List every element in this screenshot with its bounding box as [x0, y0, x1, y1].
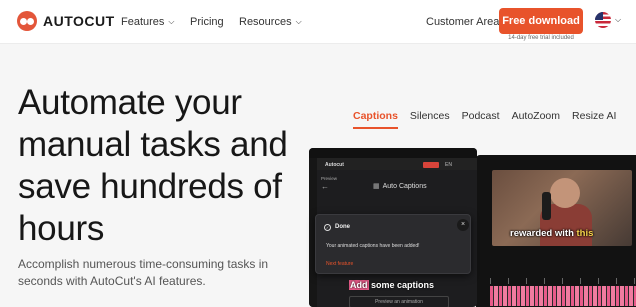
hero-title-line: manual tasks and — [18, 125, 288, 164]
tab-podcast[interactable]: Podcast — [462, 110, 500, 129]
video-caption: rewarded with this — [510, 228, 593, 239]
site-header: AUTOCUT Features ⌵ Pricing Resources ⌵ C… — [0, 0, 636, 44]
hero-subtitle-line: seconds with AutoCut's AI features. — [18, 274, 206, 288]
timeline-clips — [490, 286, 636, 306]
caption-text: rewarded with — [510, 228, 574, 239]
caption-text: some captions — [371, 280, 435, 290]
hero-feature-bullet — [18, 300, 138, 307]
panel-title-text: Auto Captions — [382, 183, 427, 190]
nav-features-label: Features — [121, 16, 165, 28]
panel-status-badge — [423, 162, 439, 168]
logo-text: AUTOCUT — [43, 13, 115, 29]
panel-caption-preview: Add some captions — [349, 280, 434, 290]
close-icon: × — [457, 219, 469, 231]
panel-language: EN — [445, 162, 452, 168]
nav-resources-label: Resources — [239, 16, 292, 28]
chevron-down-icon: ⌵ — [295, 17, 302, 26]
microphone-icon — [542, 192, 551, 220]
speaker-head — [550, 178, 580, 208]
nav-resources[interactable]: Resources ⌵ — [239, 0, 302, 44]
hero-subtitle-line: Accomplish numerous time-consuming tasks… — [18, 257, 269, 271]
editor-timeline — [490, 276, 636, 306]
caption-highlight: Add — [349, 280, 369, 290]
check-icon: ✓ — [324, 224, 331, 231]
panel-app-name: Autocut — [325, 162, 344, 168]
hero-title: Automate your manual tasks and save hund… — [18, 82, 318, 250]
dialog-next-link: Next feature — [326, 261, 354, 267]
nav-features[interactable]: Features ⌵ — [121, 0, 175, 44]
chevron-down-icon: ⌵ — [615, 15, 622, 24]
tab-silences[interactable]: Silences — [410, 110, 450, 129]
timeline-ruler — [490, 278, 636, 284]
nav-pricing[interactable]: Pricing — [190, 0, 224, 44]
free-trial-note: 14-day free trial included — [508, 35, 574, 41]
back-arrow-icon: ← — [321, 182, 329, 191]
feature-tabs: Captions Silences Podcast AutoZoom Resiz… — [353, 110, 628, 129]
preview-animation-button: Preview an animation — [349, 296, 449, 307]
video-preview: rewarded with this — [492, 170, 632, 246]
panel-preview-label: Preview — [321, 176, 338, 181]
panel-titlebar — [309, 148, 477, 158]
tab-autozoom[interactable]: AutoZoom — [512, 110, 560, 129]
hero-subtitle: Accomplish numerous time-consuming tasks… — [18, 256, 288, 290]
caption-highlight: this — [576, 228, 594, 239]
dialog-message: Your animated captions have been added! — [326, 243, 420, 249]
captions-icon: ▦ — [373, 183, 380, 190]
hero-title-line: save hundreds of — [18, 167, 282, 206]
dialog-title: Done — [335, 224, 350, 230]
autocut-logo[interactable]: AUTOCUT — [17, 11, 115, 31]
hero-title-line: Automate your — [18, 83, 242, 122]
panel-title: ▦ Auto Captions — [373, 182, 427, 190]
chevron-down-icon: ⌵ — [168, 17, 175, 26]
nav-pricing-label: Pricing — [190, 16, 224, 28]
us-flag-icon — [595, 12, 611, 28]
autocut-logo-icon — [17, 11, 37, 31]
done-dialog: ✓ Done × Your animated captions have bee… — [315, 214, 471, 274]
customer-area-link[interactable]: Customer Area — [426, 0, 499, 44]
hero-title-line: hours — [18, 209, 105, 248]
language-selector[interactable]: ⌵ — [595, 12, 621, 28]
tab-captions[interactable]: Captions — [353, 110, 398, 129]
free-download-button[interactable]: Free download — [499, 8, 583, 34]
tab-resize-ai[interactable]: Resize AI — [572, 110, 616, 129]
